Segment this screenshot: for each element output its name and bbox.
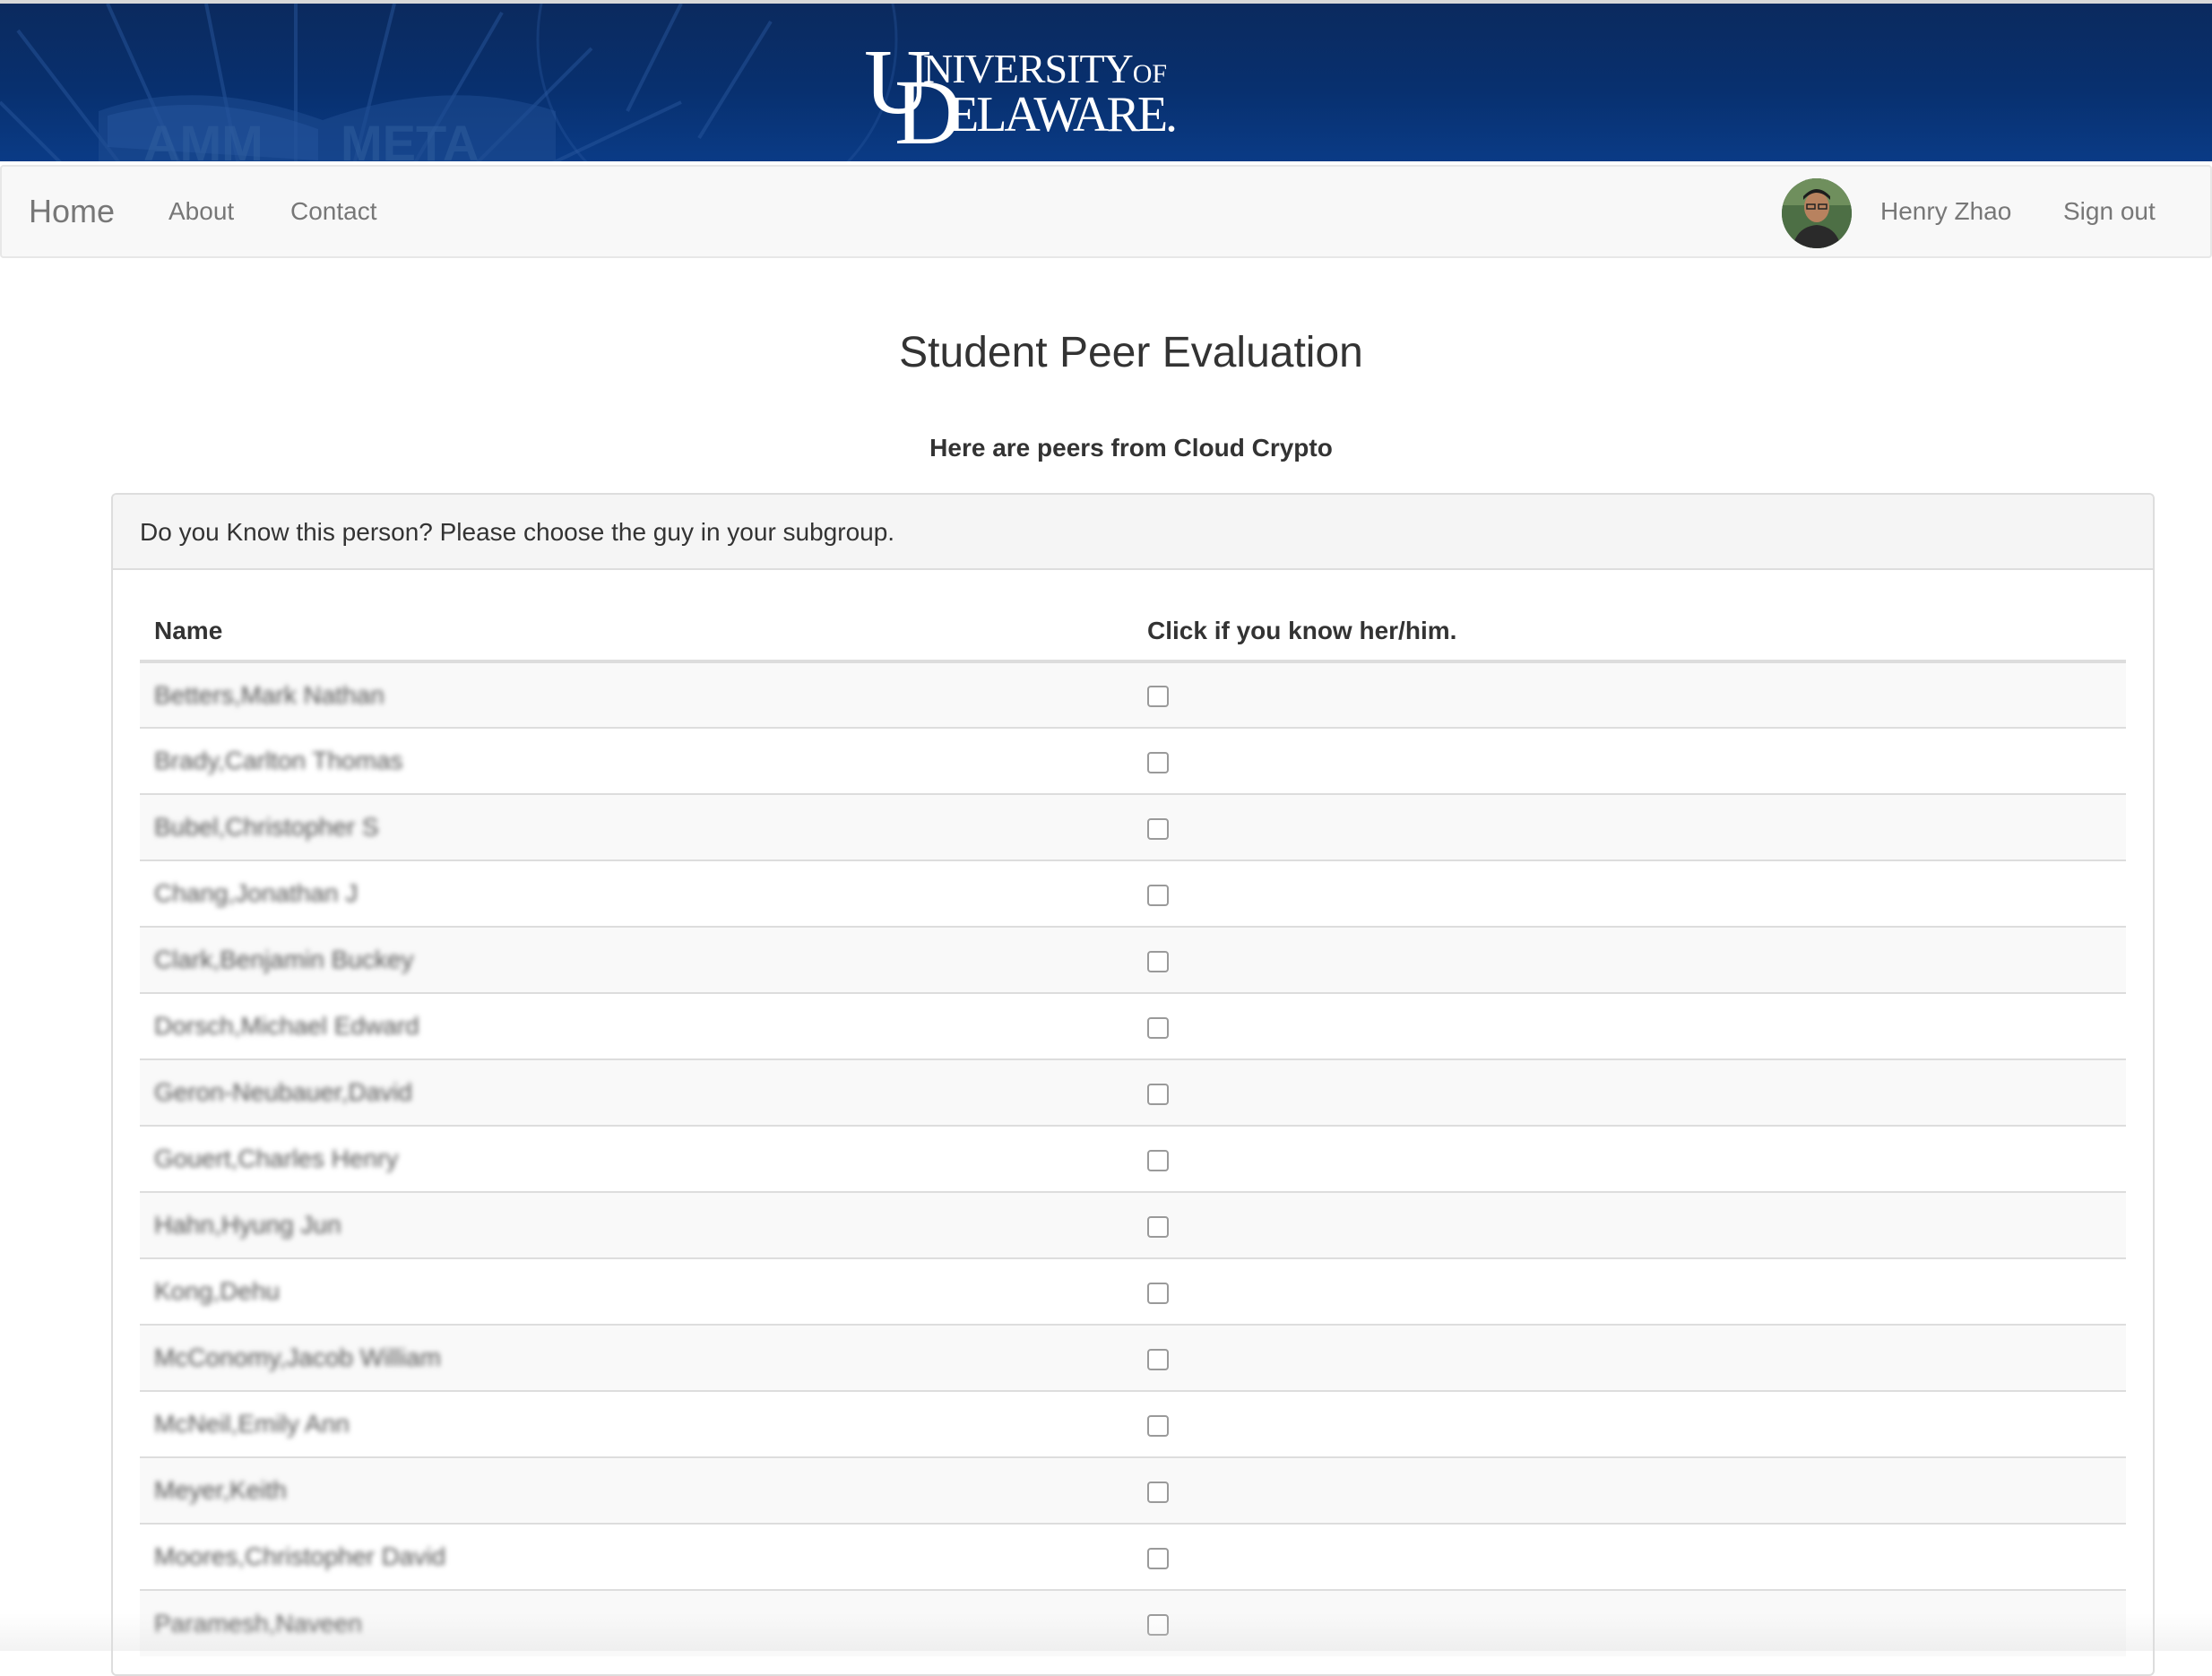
peer-name-cell: Brady,Carlton Thomas (140, 727, 1133, 794)
table-row: Gouert,Charles Henry (140, 1125, 2126, 1192)
peer-name-cell: Clark,Benjamin Buckey (140, 926, 1133, 993)
peer-selection-panel: Do you Know this person? Please choose t… (111, 493, 2155, 1676)
peer-name-cell: Paramesh,Naveen (140, 1589, 1133, 1656)
table-row: Clark,Benjamin Buckey (140, 926, 2126, 993)
peer-name: Hahn,Hyung Jun (154, 1211, 341, 1239)
know-peer-checkbox[interactable] (1147, 1016, 1169, 1039)
table-row: Geron-Neubauer,David (140, 1058, 2126, 1126)
peer-name-cell: Betters,Mark Nathan (140, 661, 1133, 728)
peer-name-cell: Chang,Jonathan J (140, 860, 1133, 927)
peer-name-cell: McNeil,Emily Ann (140, 1390, 1133, 1457)
peer-checkbox-cell (1133, 661, 2126, 728)
know-peer-checkbox[interactable] (1147, 1149, 1169, 1171)
nav-home-link[interactable]: Home (29, 192, 115, 231)
peer-name: Dorsch,Michael Edward (154, 1012, 419, 1040)
peer-checkbox-cell (1133, 1058, 2126, 1126)
know-peer-checkbox[interactable] (1147, 1547, 1169, 1569)
know-peer-checkbox[interactable] (1147, 1282, 1169, 1304)
peer-name: Gouert,Charles Henry (154, 1145, 399, 1172)
know-peer-checkbox[interactable] (1147, 884, 1169, 906)
peer-name-cell: Gouert,Charles Henry (140, 1125, 1133, 1192)
peer-name-cell: Meyer,Keith (140, 1456, 1133, 1524)
nav-user-name[interactable]: Henry Zhao (1880, 195, 2011, 228)
peer-name-cell: Geron-Neubauer,David (140, 1058, 1133, 1126)
peer-checkbox-cell (1133, 1523, 2126, 1590)
know-peer-checkbox[interactable] (1147, 1215, 1169, 1238)
top-navbar: Home About Contact Henry Zhao Sign out (0, 165, 2212, 258)
peer-name: Betters,Mark Nathan (154, 680, 385, 709)
peer-name-cell: Bubel,Christopher S (140, 793, 1133, 860)
column-header-name: Name (140, 602, 1133, 663)
table-row: McNeil,Emily Ann (140, 1390, 2126, 1457)
peer-checkbox-cell (1133, 1390, 2126, 1457)
svg-text:META: META (341, 115, 480, 161)
peer-checkbox-cell (1133, 1456, 2126, 1524)
nav-about-link[interactable]: About (168, 195, 234, 228)
peer-name-cell: Kong,Dehu (140, 1257, 1133, 1325)
peer-name: Bubel,Christopher S (154, 813, 379, 841)
table-row: Hahn,Hyung Jun (140, 1191, 2126, 1258)
peer-name-cell: McConomy,Jacob William (140, 1324, 1133, 1391)
nav-contact-link[interactable]: Contact (290, 195, 377, 228)
svg-text:AMM: AMM (143, 115, 264, 161)
peer-checkbox-cell (1133, 1125, 2126, 1192)
page-subtitle: Here are peers from Cloud Crypto (929, 434, 1333, 462)
peer-checkbox-cell (1133, 1191, 2126, 1258)
table-header-row: Name Click if you know her/him. (140, 602, 2126, 663)
peer-checkbox-cell (1133, 793, 2126, 860)
know-peer-checkbox[interactable] (1147, 950, 1169, 972)
site-banner: AMM META U D NIVERSITYOF ELAWARE. (0, 0, 2212, 161)
peer-name: Geron-Neubauer,David (154, 1078, 412, 1106)
table-row: Kong,Dehu (140, 1257, 2126, 1325)
know-peer-checkbox[interactable] (1147, 1083, 1169, 1105)
peer-checkbox-cell (1133, 727, 2126, 794)
peer-checkbox-cell (1133, 992, 2126, 1059)
table-row: Meyer,Keith (140, 1456, 2126, 1524)
peer-name-cell: Moores,Christopher David (140, 1523, 1133, 1590)
peer-name: McNeil,Emily Ann (154, 1410, 350, 1438)
know-peer-checkbox[interactable] (1147, 1481, 1169, 1503)
peer-checkbox-cell (1133, 1257, 2126, 1325)
nav-sign-out-link[interactable]: Sign out (2063, 195, 2156, 228)
logo-university-text: NIVERSITY (923, 46, 1134, 91)
peer-checkbox-cell (1133, 1324, 2126, 1391)
panel-heading: Do you Know this person? Please choose t… (113, 495, 2153, 570)
peer-checkbox-cell (1133, 860, 2126, 927)
peer-checkbox-cell (1133, 1589, 2126, 1656)
know-peer-checkbox[interactable] (1147, 817, 1169, 840)
know-peer-checkbox[interactable] (1147, 1348, 1169, 1370)
avatar-photo-icon (1782, 178, 1852, 248)
logo-of-text: OF (1132, 59, 1168, 89)
table-row: Brady,Carlton Thomas (140, 727, 2126, 794)
table-row: McConomy,Jacob William (140, 1324, 2126, 1391)
table-row: Bubel,Christopher S (140, 793, 2126, 860)
peer-name: Kong,Dehu (154, 1277, 281, 1305)
know-peer-checkbox[interactable] (1147, 686, 1169, 708)
university-logo[interactable]: U D NIVERSITYOF ELAWARE. (859, 36, 1178, 160)
peer-name: Brady,Carlton Thomas (154, 747, 403, 774)
know-peer-checkbox[interactable] (1147, 751, 1169, 773)
peer-name: Meyer,Keith (154, 1476, 287, 1504)
page-title: Student Peer Evaluation (899, 329, 1363, 376)
peer-checkbox-cell (1133, 926, 2126, 993)
peer-name: Moores,Christopher David (154, 1542, 446, 1570)
table-row: Betters,Mark Nathan (140, 661, 2126, 728)
peer-name-cell: Dorsch,Michael Edward (140, 992, 1133, 1059)
know-peer-checkbox[interactable] (1147, 1414, 1169, 1437)
user-avatar[interactable] (1782, 178, 1852, 248)
peer-name: Chang,Jonathan J (154, 879, 359, 907)
table-row: Chang,Jonathan J (140, 860, 2126, 927)
table-row: Dorsch,Michael Edward (140, 992, 2126, 1059)
column-header-know: Click if you know her/him. (1133, 602, 2126, 663)
peers-table: Name Click if you know her/him. Betters,… (140, 602, 2126, 1656)
peer-name: Paramesh,Naveen (154, 1609, 362, 1637)
peer-name-cell: Hahn,Hyung Jun (140, 1191, 1133, 1258)
table-row: Paramesh,Naveen (140, 1589, 2126, 1656)
peers-table-body: Betters,Mark Nathan Brady,Carlton Thomas B… (140, 661, 2126, 1656)
table-row: Moores,Christopher David (140, 1523, 2126, 1590)
know-peer-checkbox[interactable] (1147, 1614, 1169, 1637)
peer-name: Clark,Benjamin Buckey (154, 946, 414, 973)
logo-line-delaware: ELAWARE. (948, 87, 1178, 143)
peer-name: McConomy,Jacob William (154, 1343, 441, 1371)
